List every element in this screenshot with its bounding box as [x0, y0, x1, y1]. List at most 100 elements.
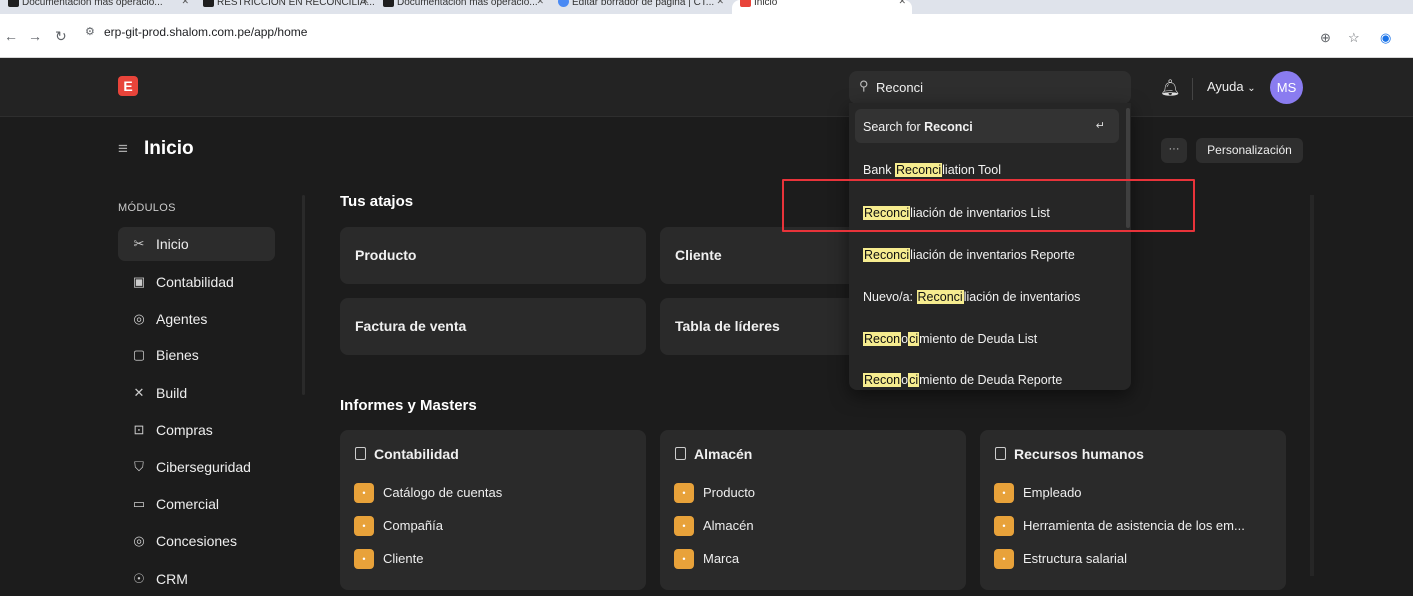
- avatar[interactable]: MS: [1270, 71, 1303, 104]
- link-badge-icon: •: [994, 516, 1014, 536]
- card-title[interactable]: Almacén: [675, 446, 752, 462]
- sidebar-item-label: Build: [156, 385, 188, 401]
- browser-tab[interactable]: Editar borrador de página | CT... ✕: [550, 0, 730, 14]
- help-label: Ayuda: [1207, 79, 1244, 94]
- folder-icon: ▭: [132, 496, 146, 511]
- search-for-term: Reconci: [924, 120, 973, 134]
- link-badge-icon: •: [354, 516, 374, 536]
- forward-arrow-icon[interactable]: →: [28, 28, 42, 44]
- card-title-label: Almacén: [694, 446, 753, 462]
- document-icon: [675, 447, 686, 460]
- result-match: ci: [908, 332, 920, 346]
- sidebar-item-label: Ciberseguridad: [156, 459, 251, 475]
- highlight-annotation-box: [782, 179, 1195, 232]
- page-title: Inicio: [144, 138, 194, 159]
- favicon-icon: [8, 0, 19, 7]
- assets-icon: ▢: [132, 347, 146, 362]
- shortcut-card[interactable]: Factura de venta: [340, 298, 646, 355]
- notification-bell-icon[interactable]: 🔔︎: [1160, 78, 1180, 98]
- search-for-prefix: Search for: [863, 120, 925, 134]
- sidebar-item-bienes[interactable]: ▢ Bienes: [118, 338, 275, 372]
- chevron-down-icon: ⌄: [1247, 83, 1256, 94]
- tab-label: RESTRICCIÓN EN RECONCILIA...: [217, 0, 375, 8]
- sidebar-item-crm[interactable]: ☉ CRM: [118, 562, 275, 596]
- link-badge-icon: •: [354, 483, 374, 503]
- sidebar-item-agentes[interactable]: ◎ Agentes: [118, 302, 275, 336]
- help-dropdown[interactable]: Ayuda ⌄: [1207, 79, 1256, 94]
- result-text: liation Tool: [942, 163, 1001, 177]
- site-settings-icon[interactable]: ⚙: [85, 25, 95, 38]
- awesomebar-search[interactable]: ⚲ Reconci: [849, 71, 1131, 104]
- page-scrollbar[interactable]: [1310, 195, 1314, 576]
- document-icon: [355, 447, 366, 460]
- close-icon[interactable]: ✕: [536, 0, 544, 6]
- card-title[interactable]: Contabilidad: [355, 446, 459, 462]
- search-result-item[interactable]: Nuevo/a: Reconciliación de inventarios: [855, 279, 1119, 313]
- back-arrow-icon[interactable]: ←: [4, 28, 18, 44]
- sidebar-section-label: MÓDULOS: [118, 202, 176, 214]
- browser-tab-active[interactable]: Inicio ✕: [732, 0, 912, 14]
- bookmark-star-icon[interactable]: ☆: [1348, 30, 1360, 46]
- search-for-option[interactable]: Search for Reconci ↵: [855, 109, 1119, 143]
- customize-button[interactable]: Personalización: [1196, 138, 1303, 163]
- app-logo[interactable]: E: [118, 76, 138, 96]
- navbar-divider: [1192, 78, 1193, 100]
- address-bar[interactable]: ⚙ erp-git-prod.shalom.com.pe/app/home: [80, 21, 1300, 49]
- result-text: Nuevo/a:: [863, 290, 917, 304]
- favicon-icon: [740, 0, 751, 7]
- masters-card: Almacén • Producto • Almacén • Marca: [660, 430, 966, 590]
- browser-tab-strip: Documentación más operació... ✕ RESTRICCI…: [0, 0, 1413, 14]
- link-label: Herramienta de asistencia de los em...: [1023, 518, 1245, 533]
- link-badge-icon: •: [994, 483, 1014, 503]
- tab-label: Documentación más operació...: [397, 0, 538, 8]
- sidebar-item-ciberseguridad[interactable]: ⛉ Ciberseguridad: [118, 450, 275, 484]
- zoom-icon[interactable]: ⊕: [1320, 30, 1331, 46]
- search-result-item[interactable]: Reconocimiento de Deuda Reporte: [855, 362, 1119, 390]
- sidebar-item-compras[interactable]: ⊡ Compras: [118, 413, 275, 447]
- browser-tab[interactable]: Documentación más operació... ✕: [0, 0, 195, 14]
- close-icon[interactable]: ✕: [361, 0, 369, 6]
- link-badge-icon: •: [354, 549, 374, 569]
- url-text[interactable]: erp-git-prod.shalom.com.pe/app/home: [104, 25, 307, 39]
- search-input[interactable]: Reconci: [876, 80, 923, 95]
- enter-key-icon: ↵: [1095, 120, 1105, 132]
- build-icon: ✕: [133, 385, 145, 400]
- search-result-item[interactable]: Reconocimiento de Deuda List: [855, 321, 1119, 355]
- more-options-button[interactable]: ···: [1161, 138, 1187, 163]
- link-label: Catálogo de cuentas: [383, 485, 503, 500]
- result-match: Reconci: [894, 163, 943, 177]
- shield-icon: ⛉: [134, 459, 144, 474]
- search-result-item[interactable]: Reconciliación de inventarios Reporte: [855, 237, 1119, 271]
- close-icon[interactable]: ✕: [716, 0, 724, 6]
- sidebar-item-concesiones[interactable]: ◎ Concesiones: [118, 524, 275, 558]
- accounting-icon: ▣: [132, 274, 146, 289]
- sidebar-item-contabilidad[interactable]: ▣ Contabilidad: [118, 265, 275, 299]
- link-label: Empleado: [1023, 485, 1082, 500]
- crm-icon: ☉: [133, 571, 145, 586]
- close-icon[interactable]: ✕: [898, 0, 906, 6]
- app-navbar: E ⚲ Reconci 🔔︎ Ayuda ⌄ MS: [0, 58, 1413, 117]
- card-title[interactable]: Recursos humanos: [995, 446, 1144, 462]
- reload-icon[interactable]: ↻: [55, 28, 67, 45]
- masters-card: Contabilidad • Catálogo de cuentas • Compa…: [340, 430, 646, 590]
- sidebar-item-comercial[interactable]: ▭ Comercial: [118, 487, 275, 521]
- sidebar-item-build[interactable]: ✕ Build: [118, 376, 275, 410]
- tools-icon: ✂: [133, 236, 145, 251]
- sidebar-scrollbar[interactable]: [302, 195, 305, 395]
- sidebar-item-label: Compras: [156, 422, 213, 438]
- result-match: Reconci: [863, 248, 911, 262]
- hamburger-menu-icon[interactable]: ≡: [118, 139, 128, 159]
- concessions-icon: ◎: [133, 533, 145, 548]
- favicon-icon: [558, 0, 569, 7]
- shortcut-card[interactable]: Producto: [340, 227, 646, 284]
- profile-icon[interactable]: ◉: [1380, 30, 1391, 46]
- browser-tab[interactable]: RESTRICCIÓN EN RECONCILIA... ✕: [195, 0, 375, 14]
- link-label: Cliente: [383, 551, 424, 566]
- sidebar-item-label: Bienes: [156, 347, 199, 363]
- link-label: Almacén: [703, 518, 754, 533]
- close-icon[interactable]: ✕: [181, 0, 189, 6]
- shortcut-label: Factura de venta: [355, 318, 467, 334]
- browser-tab[interactable]: Documentación más operació... ✕: [375, 0, 550, 14]
- link-badge-icon: •: [674, 549, 694, 569]
- sidebar-item-inicio[interactable]: ✂ Inicio: [118, 227, 275, 261]
